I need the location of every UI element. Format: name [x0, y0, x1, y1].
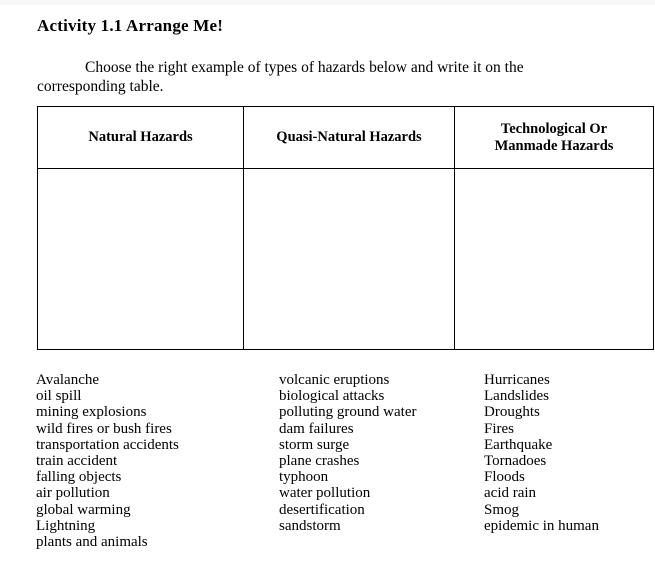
word-item: sandstorm: [279, 517, 341, 534]
table-answer-row: [37, 168, 654, 350]
word-item: falling objects: [36, 469, 122, 486]
word-item: train accident: [36, 453, 118, 470]
word-bank-column-1: Avalanche oil spill mining explosions wi…: [36, 372, 276, 550]
word-item: dam failures: [279, 420, 354, 437]
word-item: Droughts: [484, 404, 540, 421]
word-item: water pollution: [279, 485, 371, 502]
worksheet-page: Activity 1.1 Arrange Me! Choose the righ…: [0, 0, 655, 587]
word-item: mining explosions: [36, 404, 147, 421]
word-item: Tornadoes: [484, 453, 547, 470]
word-item: epidemic in human: [484, 517, 599, 534]
word-item: desertification: [279, 501, 365, 518]
table-header-quasi-natural-hazards: Quasi-Natural Hazards: [243, 106, 455, 169]
table-header-row: Natural Hazards Quasi-Natural Hazards Te…: [37, 106, 654, 169]
answer-cell-technological-manmade-hazards[interactable]: [454, 168, 654, 350]
word-item: Hurricanes: [484, 372, 550, 388]
hazard-classification-table: Natural Hazards Quasi-Natural Hazards Te…: [37, 106, 654, 350]
table-header-technological-manmade-hazards: Technological Or Manmade Hazards: [454, 106, 654, 169]
word-item: air pollution: [36, 485, 110, 502]
table-header-line-1: Technological Or: [500, 120, 608, 137]
word-item: storm surge: [279, 436, 350, 453]
word-item: global warming: [36, 501, 131, 518]
page-title: Activity 1.1 Arrange Me!: [37, 16, 224, 35]
word-bank-column-3: Hurricanes Landslides Droughts Fires Ear…: [484, 372, 655, 534]
word-item: wild fires or bush fires: [36, 420, 172, 437]
table-header-line-2: Manmade Hazards: [494, 137, 614, 154]
instructions-paragraph: Choose the right example of types of haz…: [37, 59, 524, 95]
word-item: Fires: [484, 420, 514, 437]
word-item: Avalanche: [36, 372, 100, 388]
word-item: Floods: [484, 469, 525, 486]
word-item: Earthquake: [484, 436, 553, 453]
word-item: volcanic eruptions: [279, 372, 390, 388]
word-item: acid rain: [484, 485, 537, 502]
word-item: polluting ground water: [279, 404, 417, 421]
word-item: biological attacks: [279, 388, 385, 405]
word-item: plane crashes: [279, 453, 360, 470]
answer-cell-natural-hazards[interactable]: [37, 168, 244, 350]
word-item: oil spill: [36, 388, 82, 405]
table-header-natural-hazards: Natural Hazards: [37, 106, 244, 169]
word-item: transportation accidents: [36, 436, 179, 453]
word-item: Lightning: [36, 517, 96, 534]
word-item: Smog: [484, 501, 520, 518]
word-item: Landslides: [484, 388, 549, 405]
word-item: plants and animals: [36, 534, 148, 551]
word-bank-column-2: volcanic eruptions biological attacks po…: [279, 372, 479, 534]
word-item: typhoon: [279, 469, 329, 486]
answer-cell-quasi-natural-hazards[interactable]: [243, 168, 455, 350]
